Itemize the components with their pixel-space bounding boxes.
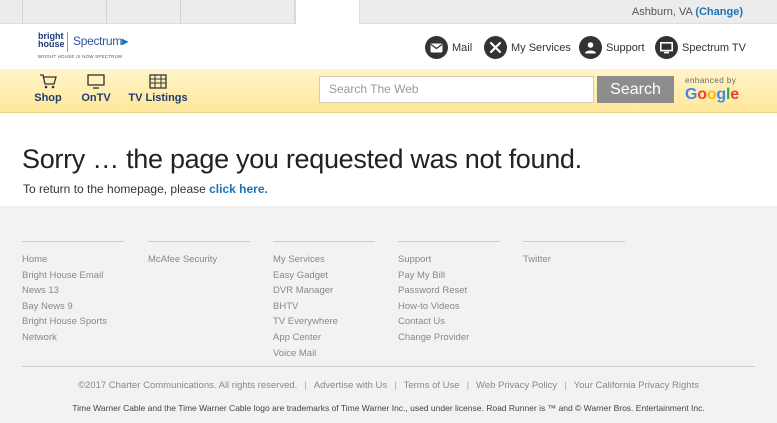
logo-divider xyxy=(67,32,68,52)
footer-column-5: Twitter xyxy=(523,241,625,268)
enhanced-by-label: enhanced by xyxy=(685,76,737,85)
logo-tagline: BRIGHT HOUSE IS NOW SPECTRUM xyxy=(38,54,123,59)
footer-link[interactable]: Network xyxy=(22,330,124,346)
footer-separator xyxy=(22,366,755,367)
tools-icon xyxy=(484,36,507,59)
top-tab-strip: Ashburn, VA (Change) xyxy=(0,0,777,25)
top-tab-3[interactable] xyxy=(181,0,295,24)
footer-link[interactable]: Bright House Sports xyxy=(22,314,124,330)
footer-divider xyxy=(398,241,500,242)
return-message: To return to the homepage, please click … xyxy=(23,182,268,196)
my-services-link[interactable]: My Services xyxy=(484,36,571,59)
location-display: Ashburn, VA (Change) xyxy=(632,6,743,18)
page-title: Sorry … the page you requested was not f… xyxy=(22,144,582,174)
top-tab-2[interactable] xyxy=(107,0,181,24)
search-button[interactable]: Search xyxy=(597,76,674,103)
copyright-text: ©2017 Charter Communications. All rights… xyxy=(78,380,298,391)
bright-house-wordmark: bright house xyxy=(38,31,65,49)
spectrum-wordmark: Spectrum▸ xyxy=(73,34,128,48)
footer-link[interactable]: Twitter xyxy=(523,252,625,268)
footer-divider xyxy=(273,241,375,242)
footer-divider xyxy=(523,241,625,242)
support-link[interactable]: Support xyxy=(579,36,645,59)
footer-link[interactable]: BHTV xyxy=(273,299,375,315)
footer-link[interactable]: Support xyxy=(398,252,500,268)
footer-link[interactable]: TV Everywhere xyxy=(273,314,375,330)
homepage-link[interactable]: click here. xyxy=(209,182,268,196)
footer-divider xyxy=(148,241,250,242)
nav-tv-listings[interactable]: TV Listings xyxy=(127,74,189,104)
california-privacy-link[interactable]: Your California Privacy Rights xyxy=(574,380,699,391)
change-location-link[interactable]: (Change) xyxy=(695,6,743,18)
nav-ontv[interactable]: OnTV xyxy=(79,74,113,104)
footer-link[interactable]: My Services xyxy=(273,252,375,268)
cart-icon xyxy=(33,74,63,89)
footer-link[interactable]: Bay News 9 xyxy=(22,299,124,315)
spectrum-tv-link[interactable]: Spectrum TV xyxy=(655,36,746,59)
monitor-icon xyxy=(79,74,113,89)
footer-link[interactable]: McAfee Security xyxy=(148,252,250,268)
footer-link[interactable]: Password Reset xyxy=(398,283,500,299)
footer-column-2: McAfee Security xyxy=(148,241,250,268)
mail-icon xyxy=(425,36,448,59)
footer-column-3: My Services Easy Gadget DVR Manager BHTV… xyxy=(273,241,375,361)
footer-link[interactable]: Pay My Bill xyxy=(398,268,500,284)
legal-links: ©2017 Charter Communications. All rights… xyxy=(78,380,699,391)
footer-divider xyxy=(22,241,124,242)
top-tab-1[interactable] xyxy=(22,0,107,24)
footer-link[interactable]: Bright House Email xyxy=(22,268,124,284)
footer-link[interactable]: Voice Mail xyxy=(273,346,375,362)
google-logo: Google xyxy=(685,86,739,103)
footer-column-4: Support Pay My Bill Password Reset How-t… xyxy=(398,241,500,346)
terms-link[interactable]: Terms of Use xyxy=(404,380,460,391)
privacy-policy-link[interactable]: Web Privacy Policy xyxy=(476,380,557,391)
footer-link[interactable]: Change Provider xyxy=(398,330,500,346)
location-text: Ashburn, VA xyxy=(631,6,693,18)
user-icon xyxy=(579,36,602,59)
footer-column-1: Home Bright House Email News 13 Bay News… xyxy=(22,241,124,346)
footer-link[interactable]: News 13 xyxy=(22,283,124,299)
mail-link[interactable]: Mail xyxy=(425,36,472,59)
advertise-link[interactable]: Advertise with Us xyxy=(314,380,387,391)
nav-shop[interactable]: Shop xyxy=(33,74,63,104)
footer-link[interactable]: App Center xyxy=(273,330,375,346)
footer-link[interactable]: DVR Manager xyxy=(273,283,375,299)
footer-link[interactable]: Contact Us xyxy=(398,314,500,330)
top-tab-active[interactable] xyxy=(295,0,360,25)
tv-icon xyxy=(655,36,678,59)
trademark-notice: Time Warner Cable and the Time Warner Ca… xyxy=(72,403,705,413)
footer-link[interactable]: How-to Videos xyxy=(398,299,500,315)
header: bright house Spectrum▸ BRIGHT HOUSE IS N… xyxy=(0,24,777,69)
footer-link[interactable]: Easy Gadget xyxy=(273,268,375,284)
search-input[interactable]: Search The Web xyxy=(319,76,594,103)
calendar-grid-icon xyxy=(127,74,189,89)
footer-link[interactable]: Home xyxy=(22,252,124,268)
bright-house-spectrum-logo[interactable]: bright house Spectrum▸ BRIGHT HOUSE IS N… xyxy=(38,31,128,60)
